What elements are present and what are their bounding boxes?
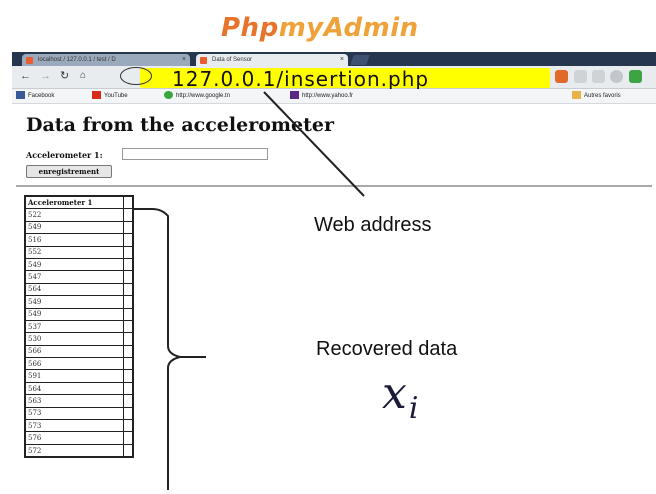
xi-base: x: [382, 368, 407, 419]
web-address-label: Web address: [314, 214, 432, 236]
xi-subscript: i: [408, 391, 419, 426]
web-address-pointer-line: [263, 91, 365, 197]
annotation-overlay: [134, 91, 365, 490]
recovered-data-label: Recovered data: [316, 338, 458, 360]
xi-formula: xi: [382, 368, 418, 426]
recovered-data-brace: [134, 208, 206, 490]
